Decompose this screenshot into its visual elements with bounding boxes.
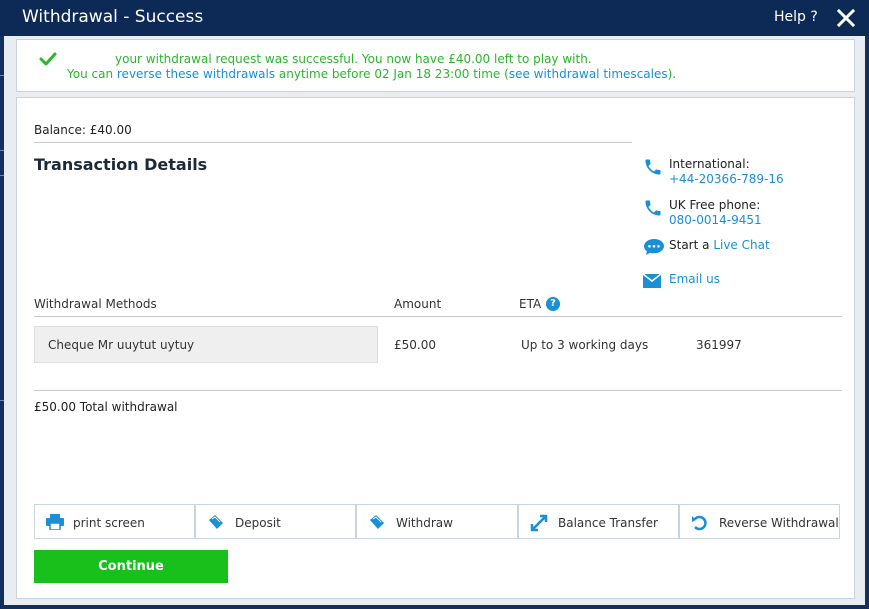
withdrawal-method-cell: Cheque Mr uuytut uytuy <box>34 326 378 363</box>
live-chat-text: Start a Live Chat <box>669 238 770 252</box>
email-us-link[interactable]: Email us <box>669 272 720 286</box>
international-label: International: <box>669 157 750 171</box>
printer-icon <box>46 514 64 533</box>
header-eta: ETA <box>519 297 542 311</box>
deposit-button[interactable]: Deposit <box>195 504 356 539</box>
chat-icon <box>643 238 665 260</box>
header-amount: Amount <box>394 297 442 311</box>
transaction-panel: Balance: £40.00 Transaction Details Inte… <box>16 97 855 599</box>
message-text: anytime before 02 Jan 18 23:00 time ( <box>278 67 509 81</box>
withdraw-button[interactable]: Withdraw <box>356 504 518 539</box>
message-text: You can <box>67 67 114 81</box>
success-message-line1: your withdrawal request was successful. … <box>115 52 592 66</box>
withdraw-label: Withdraw <box>396 516 453 530</box>
dialog-body: your withdrawal request was successful. … <box>4 36 865 605</box>
continue-button[interactable]: Continue <box>34 550 228 583</box>
close-icon[interactable] <box>836 8 856 28</box>
deposit-icon <box>207 514 225 533</box>
balance: Balance: £40.00 <box>34 123 132 137</box>
eta-cell: Up to 3 working days <box>521 338 649 352</box>
total-withdrawal: £50.00 Total withdrawal <box>34 400 178 414</box>
balance-transfer-button[interactable]: Balance Transfer <box>518 504 679 539</box>
uk-phone-label: UK Free phone: <box>669 198 761 212</box>
header-withdrawal-methods: Withdrawal Methods <box>34 297 157 311</box>
reverse-withdrawal-label: Reverse Withdrawal <box>719 516 839 530</box>
transfer-icon <box>530 514 548 535</box>
divider <box>34 390 842 391</box>
balance-transfer-label: Balance Transfer <box>558 516 658 530</box>
eta-help-icon[interactable]: ? <box>546 297 560 311</box>
divider <box>34 316 842 317</box>
deposit-label: Deposit <box>235 516 281 530</box>
international-phone-link[interactable]: +44-20366-789-16 <box>669 172 784 186</box>
balance-label: Balance: <box>34 123 86 137</box>
reverse-withdrawals-link[interactable]: reverse these withdrawals <box>117 67 275 81</box>
email-icon <box>642 273 662 292</box>
chat-prefix: Start a <box>669 238 710 252</box>
dialog-title: Withdrawal - Success <box>22 7 204 27</box>
withdraw-icon <box>368 514 386 533</box>
uk-phone-link[interactable]: 080-0014-9451 <box>669 213 762 227</box>
print-screen-label: print screen <box>73 516 145 530</box>
withdrawal-dialog: Withdrawal - Success Help ? your withdra… <box>0 0 869 609</box>
live-chat-link[interactable]: Live Chat <box>713 238 769 252</box>
action-buttons: print screen Deposit Withdraw Balance Tr… <box>34 504 840 539</box>
message-text: ). <box>667 67 677 81</box>
phone-icon <box>643 198 663 222</box>
divider <box>34 142 632 143</box>
phone-icon <box>643 157 663 181</box>
withdrawal-timescales-link[interactable]: see withdrawal timescales <box>509 67 668 81</box>
reference-cell: 361997 <box>696 338 742 352</box>
undo-icon <box>691 514 709 535</box>
checkmark-icon <box>39 51 57 70</box>
titlebar: Withdrawal - Success Help ? <box>0 0 869 36</box>
success-message-box: your withdrawal request was successful. … <box>16 39 855 92</box>
reverse-withdrawal-button[interactable]: Reverse Withdrawal <box>679 504 840 539</box>
help-button[interactable]: Help ? <box>774 9 818 25</box>
success-message-line2: You can reverse these withdrawals anytim… <box>67 67 676 81</box>
amount-cell: £50.00 <box>394 338 436 352</box>
balance-value: £40.00 <box>89 123 132 137</box>
transaction-details-title: Transaction Details <box>34 155 208 174</box>
print-screen-button[interactable]: print screen <box>34 504 195 539</box>
